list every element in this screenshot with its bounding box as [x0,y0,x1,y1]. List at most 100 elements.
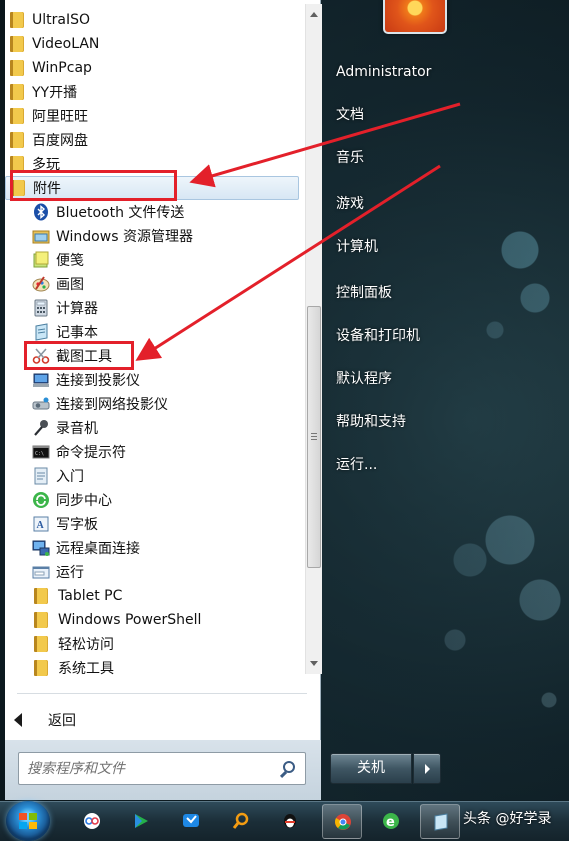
taskbar-app-1[interactable] [72,804,112,839]
programs-scrollbar[interactable] [305,4,322,674]
shutdown-button[interactable]: 关机 [330,753,412,784]
accessory-folder-label: Tablet PC [58,588,123,604]
accessory-label: Bluetooth 文件传送 [56,205,185,221]
folder-icon [10,36,24,52]
program-folder[interactable]: 阿里旺旺 [5,104,299,128]
accessory-folder-label: Windows PowerShell [58,612,202,628]
annotation-box-snipping-tool [24,341,134,370]
video-player-icon [135,814,148,828]
taskbar-app-5[interactable] [270,804,310,839]
accessory-network-projector[interactable]: 连接到网络投影仪 [5,392,299,416]
start-button-windows-icon[interactable] [6,801,50,841]
network-projector-icon [32,395,50,413]
accessory-label: 记事本 [56,325,98,341]
folder-icon [10,108,24,124]
accessory-sticky-notes[interactable]: 便笺 [5,248,299,272]
notepad-icon [434,813,448,831]
watermark: 头条 @好学录 [463,811,552,827]
right-item-default-programs[interactable]: 默认程序 [336,368,392,390]
back-button[interactable]: 返回 [14,708,76,732]
projector-icon [32,371,50,389]
taskbar-app-ie[interactable]: e [371,804,411,839]
program-folder[interactable]: 百度网盘 [5,128,299,152]
accessory-folder[interactable]: Tablet PC [5,584,299,608]
accessory-folder[interactable]: 系统工具 [5,656,299,680]
program-folder-label: YY开播 [32,85,78,101]
search-icon[interactable] [283,761,295,773]
program-folder-label: WinPcap [32,60,92,76]
program-folder[interactable]: YY开播 [5,80,299,104]
microphone-icon [32,419,50,437]
right-item-games[interactable]: 游戏 [336,193,364,215]
search-input[interactable] [27,760,267,778]
right-item-devices-printers[interactable]: 设备和打印机 [336,325,420,347]
program-folder-label: UltraISO [32,12,90,28]
accessory-label: 连接到网络投影仪 [56,397,168,413]
magnifier-icon [232,812,249,829]
bluetooth-icon [32,203,50,221]
explorer-icon [32,227,50,245]
folder-icon [34,612,48,628]
accessory-label: 入门 [56,469,84,485]
accessory-folder[interactable]: Windows PowerShell [5,608,299,632]
right-item-computer[interactable]: 计算机 [336,236,378,258]
accessory-command-prompt[interactable]: C:\ 命令提示符 [5,440,299,464]
message-icon [183,814,199,827]
accessory-folder-label: 系统工具 [58,661,114,677]
accessory-label: 计算器 [56,301,98,317]
accessory-label: 录音机 [56,421,98,437]
taskbar-app-3[interactable] [171,804,211,839]
program-folder[interactable]: UltraISO [5,8,299,32]
accessory-remote-desktop[interactable]: 远程桌面连接 [5,536,299,560]
accessory-calculator[interactable]: 计算器 [5,296,299,320]
sticky-notes-icon [32,251,50,269]
search-box[interactable] [18,752,306,785]
shutdown-options-arrow-icon[interactable] [413,753,441,784]
grip-icon [311,433,317,440]
right-item-control-panel[interactable]: 控制面板 [336,282,392,304]
accessory-label: Windows 资源管理器 [56,229,193,245]
right-item-user[interactable]: Administrator [336,61,431,83]
folder-icon [34,588,48,604]
right-item-documents[interactable]: 文档 [336,104,364,126]
accessory-label: 画图 [56,277,84,293]
browser-e-icon: e [383,813,399,830]
svg-text:C:\: C:\ [35,451,44,457]
paint-icon [32,275,50,293]
accessory-label: 连接到投影仪 [56,373,140,389]
accessory-run[interactable]: 运行 [5,560,299,584]
back-label: 返回 [48,713,76,729]
program-folder-label: VideoLAN [32,36,100,52]
accessory-folder[interactable]: 轻松访问 [5,632,299,656]
program-folder[interactable]: VideoLAN [5,32,299,56]
accessory-bluetooth[interactable]: Bluetooth 文件传送 [5,200,299,224]
folder-icon [10,60,24,76]
wordpad-icon: A [32,515,50,533]
taskbar-app-2[interactable] [121,804,161,839]
qq-penguin-icon [284,814,296,828]
accessory-wordpad[interactable]: A 写字板 [5,512,299,536]
program-folder[interactable]: WinPcap [5,56,299,80]
accessory-sound-recorder[interactable]: 录音机 [5,416,299,440]
folder-icon [34,660,48,676]
scroll-thumb[interactable] [307,306,321,568]
program-folder-label: 阿里旺旺 [32,109,88,125]
scroll-up-arrow-icon[interactable] [310,12,318,17]
accessory-label: 同步中心 [56,493,112,509]
divider [17,693,307,694]
right-item-help[interactable]: 帮助和支持 [336,411,406,433]
taskbar-app-chrome[interactable] [322,804,362,839]
scroll-down-arrow-icon[interactable] [310,661,318,666]
user-avatar[interactable] [383,0,447,34]
accessory-getting-started[interactable]: 入门 [5,464,299,488]
accessory-explorer[interactable]: Windows 资源管理器 [5,224,299,248]
accessory-projector[interactable]: 连接到投影仪 [5,368,299,392]
taskbar-app-notepad[interactable] [420,804,460,839]
right-item-music[interactable]: 音乐 [336,147,364,169]
accessory-sync-center[interactable]: 同步中心 [5,488,299,512]
cmd-icon: C:\ [32,443,50,461]
taskbar-app-4[interactable] [221,804,261,839]
right-item-run[interactable]: 运行... [336,454,377,476]
accessory-paint[interactable]: 画图 [5,272,299,296]
annotation-box-accessories [10,170,177,201]
